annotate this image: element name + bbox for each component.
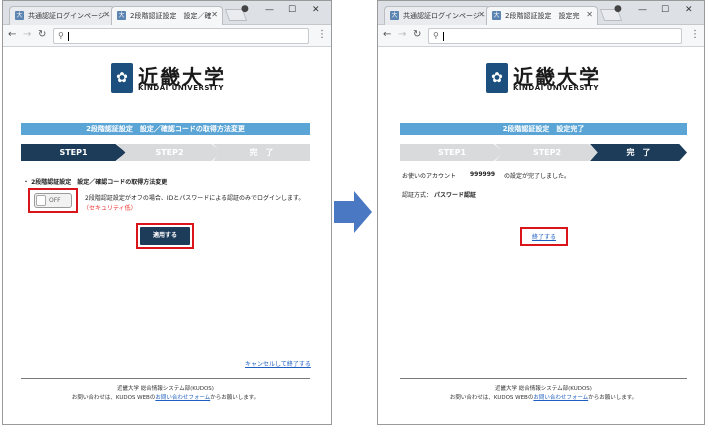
footer-contact: お問い合わせは、KUDOS WEBのお問い合わせフォームからお願いします。 <box>21 393 310 401</box>
toggle-highlight: OFF <box>28 188 78 213</box>
toggle-description: 2段階認証設定がオフの場合、IDとパスワードによる認証のみでログインします。 <box>85 195 305 202</box>
toggle-label: OFF <box>49 197 61 204</box>
minimize-icon[interactable]: — <box>638 5 647 15</box>
kindai-favicon-icon: 大 <box>390 11 399 20</box>
reload-icon[interactable]: ↻ <box>38 29 46 40</box>
tab-login-page[interactable]: 大 共通認証ログインページ - ロ ✕ <box>9 6 115 25</box>
logo-english: KINDAI UNIVERSITY <box>138 84 224 92</box>
contact-form-link[interactable]: お問い合わせフォーム <box>155 395 210 401</box>
tab-title: 共通認証ログインページ - ロ <box>28 12 115 20</box>
menu-icon[interactable]: ⋮ <box>317 29 327 40</box>
university-logo: ✿ 近畿大学 KINDAI UNIVERSITY <box>111 63 231 97</box>
text-cursor <box>443 32 444 41</box>
step-2: STEP2 <box>117 144 222 161</box>
cancel-and-exit-link[interactable]: キャンセルして終了する <box>245 359 311 368</box>
step-indicator: STEP1 STEP2 完 了 <box>400 144 687 161</box>
auth-method-label: 認証方式： <box>402 192 433 199</box>
search-icon: ⚲ <box>433 31 439 40</box>
page-content: ✿ 近畿大学 KINDAI UNIVERSITY 2段階認証設定 設定完了 ST… <box>378 47 704 424</box>
minimize-icon[interactable]: — <box>265 5 274 15</box>
step-complete: 完 了 <box>213 144 310 161</box>
kindai-emblem-icon: ✿ <box>111 63 133 93</box>
profile-icon[interactable]: ● <box>614 4 622 14</box>
back-icon[interactable]: ← <box>8 29 16 40</box>
account-label: お使いのアカウント <box>402 173 457 180</box>
close-icon[interactable]: ✕ <box>478 10 485 19</box>
footer-org: 近畿大学 総合情報システム部(KUDOS) <box>495 386 592 392</box>
footer-divider <box>400 378 687 379</box>
tab-bar: 大 共通認証ログインページ - ロ ✕ 大 2段階認証設定 設定／確 ✕ ● —… <box>3 1 331 25</box>
page-banner: 2段階認証設定 設定／確認コードの取得方法変更 <box>21 123 310 135</box>
footer-contact-prefix: お問い合わせは、KUDOS WEBの <box>71 395 156 401</box>
text-cursor <box>68 32 69 41</box>
tab-title: 2段階認証設定 設定完 <box>505 12 580 20</box>
step-indicator: STEP1 STEP2 完 了 <box>21 144 310 161</box>
forward-icon[interactable]: → <box>23 29 31 40</box>
kindai-emblem-icon: ✿ <box>486 63 508 93</box>
maximize-icon[interactable]: ☐ <box>288 5 296 15</box>
reload-icon[interactable]: ↻ <box>413 29 421 40</box>
kindai-favicon-icon: 大 <box>15 11 24 20</box>
auth-method-value: パスワード認証 <box>434 192 477 199</box>
step-1: STEP1 <box>400 144 504 161</box>
address-bar[interactable]: ⚲ <box>428 28 682 44</box>
menu-icon[interactable]: ⋮ <box>690 29 700 40</box>
browser-window-left: 大 共通認証ログインページ - ロ ✕ 大 2段階認証設定 設定／確 ✕ ● —… <box>2 0 332 425</box>
logo-english: KINDAI UNIVERSITY <box>513 84 599 92</box>
footer-contact: お問い合わせは、KUDOS WEBのお問い合わせフォームからお願いします。 <box>400 393 687 401</box>
kindai-favicon-icon: 大 <box>492 11 501 20</box>
completion-message: の設定が完了しました。 <box>504 173 571 180</box>
kindai-favicon-icon: 大 <box>117 11 126 20</box>
tab-login-page[interactable]: 大 共通認証ログインページ - ロ ✕ <box>384 6 490 25</box>
forward-icon[interactable]: → <box>398 29 406 40</box>
security-note: （セキュリティ低） <box>83 205 137 212</box>
contact-form-link[interactable]: お問い合わせフォーム <box>533 395 588 401</box>
close-icon[interactable]: ✕ <box>211 10 218 19</box>
tab-2fa-complete[interactable]: 大 2段階認証設定 設定完 ✕ <box>486 6 598 25</box>
finish-highlight: 終了する <box>520 227 568 246</box>
address-bar[interactable]: ⚲ <box>53 28 309 44</box>
browser-toolbar: ← → ↻ ⚲ ⋮ <box>378 25 704 47</box>
close-icon[interactable]: ✕ <box>586 10 593 19</box>
apply-highlight: 適用する <box>136 223 194 249</box>
university-logo: ✿ 近畿大学 KINDAI UNIVERSITY <box>486 63 606 97</box>
toggle-knob <box>36 195 46 206</box>
footer-divider <box>21 378 310 379</box>
search-icon: ⚲ <box>58 31 64 40</box>
page-banner: 2段階認証設定 設定完了 <box>400 123 687 135</box>
step-1: STEP1 <box>21 144 126 161</box>
next-step-arrow-icon <box>334 191 372 233</box>
finish-link[interactable]: 終了する <box>522 232 566 241</box>
footer-contact-suffix: からお願いします。 <box>588 395 638 401</box>
step-complete: 完 了 <box>590 144 687 161</box>
section-title: ・ 2段階認証設定 設定／確認コードの取得方法変更 <box>23 179 168 186</box>
browser-toolbar: ← → ↻ ⚲ ⋮ <box>3 25 331 47</box>
page-content: ✿ 近畿大学 KINDAI UNIVERSITY 2段階認証設定 設定／確認コー… <box>3 47 331 424</box>
tab-title: 2段階認証設定 設定／確 <box>130 12 212 20</box>
profile-icon[interactable]: ● <box>241 4 249 14</box>
back-icon[interactable]: ← <box>383 29 391 40</box>
tab-bar: 大 共通認証ログインページ - ロ ✕ 大 2段階認証設定 設定完 ✕ ● — … <box>378 1 704 25</box>
2fa-toggle-switch[interactable]: OFF <box>34 193 72 208</box>
footer-contact-prefix: お問い合わせは、KUDOS WEBの <box>449 395 534 401</box>
apply-button[interactable]: 適用する <box>140 227 190 245</box>
footer-contact-suffix: からお願いします。 <box>210 395 260 401</box>
tab-title: 共通認証ログインページ - ロ <box>403 12 490 20</box>
footer-org: 近畿大学 総合情報システム部(KUDOS) <box>117 386 214 392</box>
window-close-icon[interactable]: ✕ <box>685 5 693 15</box>
tab-2fa-settings[interactable]: 大 2段階認証設定 設定／確 ✕ <box>111 6 223 25</box>
close-icon[interactable]: ✕ <box>103 10 110 19</box>
step-2: STEP2 <box>495 144 599 161</box>
maximize-icon[interactable]: ☐ <box>661 5 669 15</box>
browser-window-right: 大 共通認証ログインページ - ロ ✕ 大 2段階認証設定 設定完 ✕ ● — … <box>377 0 705 425</box>
account-id: 999999 <box>470 171 496 178</box>
window-close-icon[interactable]: ✕ <box>312 5 320 15</box>
